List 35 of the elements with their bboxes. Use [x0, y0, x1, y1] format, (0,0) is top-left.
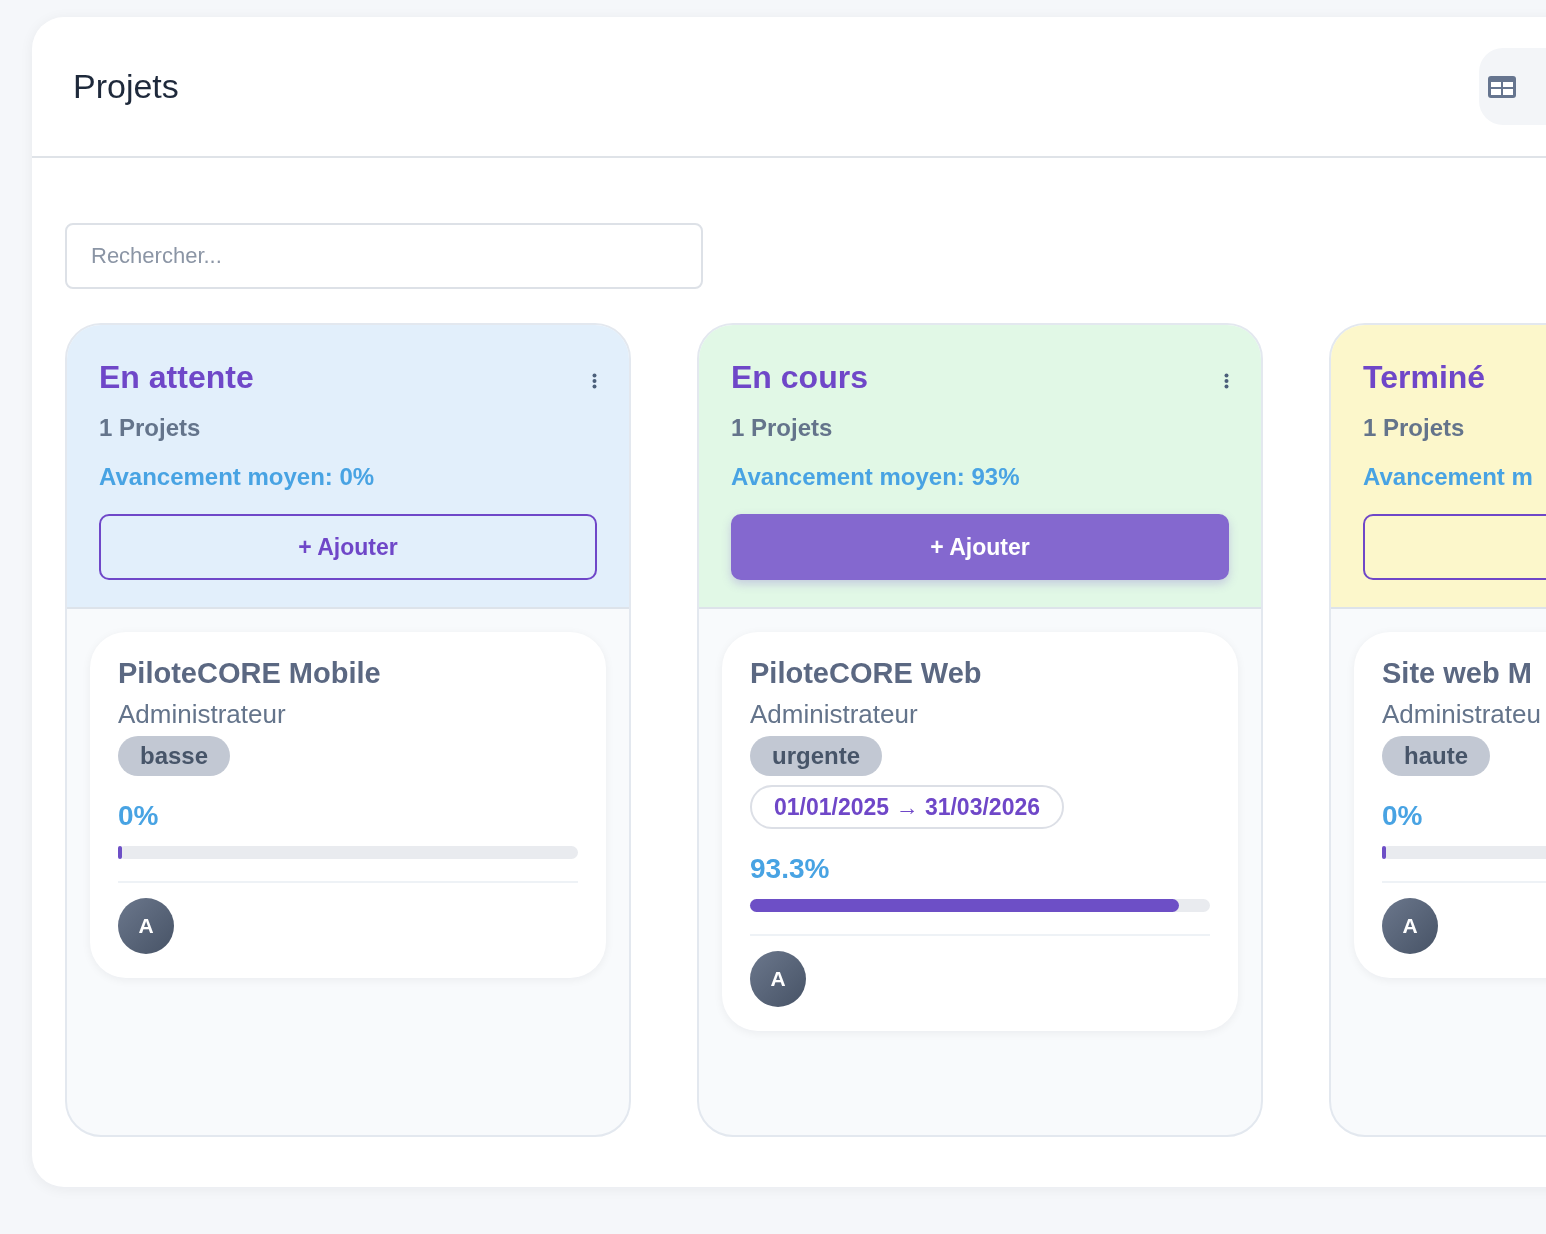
- progress-percent: 0%: [1382, 799, 1424, 833]
- date-range: 01/01/2025 → 31/03/2026: [750, 785, 1064, 829]
- project-name: PiloteCORE Web: [750, 656, 983, 691]
- project-name: Site web M: [1382, 656, 1533, 691]
- column-title: En attente: [99, 358, 254, 397]
- priority-tag: urgente: [750, 736, 882, 776]
- progress-percent: 93.3%: [750, 852, 831, 886]
- column-title: En cours: [731, 358, 868, 397]
- project-count: 1 Projets: [731, 413, 834, 443]
- average-progress: Avancement m: [1363, 462, 1534, 492]
- column-title: Terminé: [1363, 358, 1486, 397]
- add-button[interactable]: + Ajouter: [731, 514, 1229, 580]
- page-title: Projets: [73, 66, 179, 107]
- avatar: A: [118, 898, 174, 954]
- project-owner: Administrateur: [118, 698, 287, 731]
- priority-tag: haute: [1382, 736, 1490, 776]
- project-card[interactable]: PiloteCORE Mobile Administrateur basse 0% A: [90, 632, 606, 978]
- average-progress: Avancement moyen: 93%: [731, 462, 1021, 492]
- project-count: 1 Projets: [1363, 413, 1466, 443]
- project-name: PiloteCORE Mobile: [118, 656, 382, 691]
- average-progress: Avancement moyen: 0%: [99, 462, 376, 492]
- project-card[interactable]: Site web M Administrateu haute 0% A: [1354, 632, 1546, 978]
- project-count: 1 Projets: [99, 413, 202, 443]
- priority-tag: basse: [118, 736, 231, 776]
- table-icon: [1488, 75, 1516, 98]
- project-owner: Administrateur: [750, 698, 919, 731]
- avatar: A: [750, 951, 806, 1007]
- search-field[interactable]: Rechercher...: [65, 223, 703, 289]
- project-card[interactable]: PiloteCORE Web Administrateur urgente 01/01/2025 → 31/03/2026 93.3% A: [722, 632, 1238, 1031]
- kebab-menu-icon[interactable]: [1224, 373, 1229, 389]
- add-button[interactable]: + Ajouter: [99, 514, 597, 580]
- project-owner: Administrateu: [1382, 698, 1542, 731]
- avatar: A: [1382, 898, 1438, 954]
- kebab-menu-icon[interactable]: [592, 373, 597, 389]
- progress-percent: 0%: [118, 799, 160, 833]
